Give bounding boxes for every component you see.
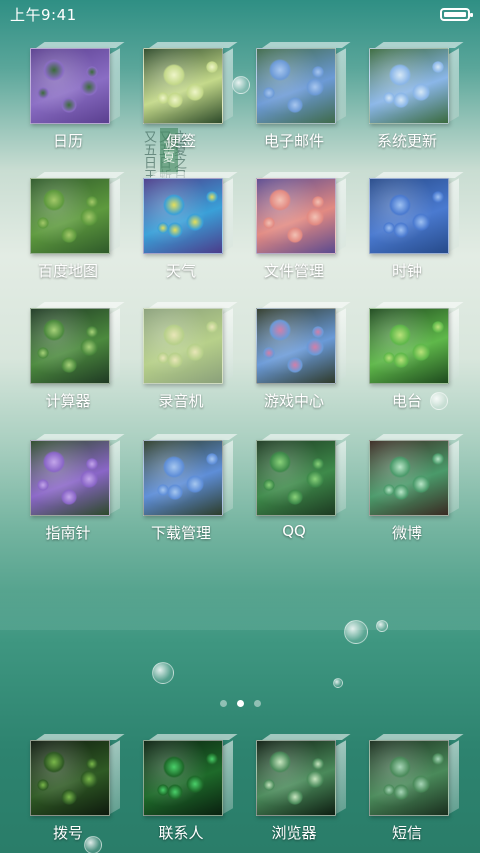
recorder-icon	[143, 302, 238, 384]
app-label: 便签	[165, 132, 196, 150]
app-label: 下载管理	[150, 524, 211, 542]
system-update-icon	[369, 42, 464, 124]
app-map[interactable]: 百度地图	[12, 172, 125, 298]
app-messages[interactable]: 短信	[351, 734, 464, 853]
app-grid: 日历 便签 电子邮件 系统更新百度地图 天气 文件管理 时钟计算器 录音机 游戏中心 电台指南针 下…	[0, 0, 480, 560]
app-system-update[interactable]: 系统更新	[351, 42, 464, 168]
browser-icon	[256, 734, 351, 816]
app-file-manager[interactable]: 文件管理	[238, 172, 351, 298]
app-download-manager[interactable]: 下载管理	[125, 434, 238, 560]
app-label: 天气	[165, 262, 196, 280]
app-game-center[interactable]: 游戏中心	[238, 302, 351, 428]
page-dot[interactable]	[219, 700, 227, 707]
app-label: 日历	[52, 132, 83, 150]
weather-icon	[143, 172, 238, 254]
app-label: 录音机	[158, 392, 204, 410]
bubble-decoration	[333, 678, 343, 688]
page-dot[interactable]	[253, 700, 261, 707]
app-label: 百度地图	[37, 262, 98, 280]
app-weather[interactable]: 天气	[125, 172, 238, 298]
notes-icon	[143, 42, 238, 124]
app-label: 系统更新	[376, 132, 437, 150]
app-calendar[interactable]: 日历	[12, 42, 125, 168]
bubble-decoration	[152, 662, 174, 684]
weibo-icon	[369, 434, 464, 516]
email-icon	[256, 42, 351, 124]
app-label: 短信	[391, 824, 422, 842]
clock-icon	[369, 172, 464, 254]
app-label: 联系人	[158, 824, 204, 842]
app-label: QQ	[282, 522, 306, 540]
app-weibo[interactable]: 微博	[351, 434, 464, 560]
map-icon	[30, 172, 125, 254]
app-qq[interactable]: QQ	[238, 434, 351, 560]
radio-icon	[369, 302, 464, 384]
dock: 拨号 联系人 浏览器 短信	[0, 734, 480, 853]
calculator-icon	[30, 302, 125, 384]
page-dot[interactable]	[236, 700, 244, 707]
bubble-decoration	[344, 620, 368, 644]
app-label: 电子邮件	[263, 132, 324, 150]
app-contacts[interactable]: 联系人	[125, 734, 238, 853]
app-phone[interactable]: 拨号	[12, 734, 125, 853]
app-label: 浏览器	[271, 824, 317, 842]
download-manager-icon	[143, 434, 238, 516]
app-label: 微博	[391, 524, 422, 542]
app-clock[interactable]: 时钟	[351, 172, 464, 298]
game-center-icon	[256, 302, 351, 384]
app-calculator[interactable]: 计算器	[12, 302, 125, 428]
app-email[interactable]: 电子邮件	[238, 42, 351, 168]
compass-icon	[30, 434, 125, 516]
app-label: 计算器	[45, 392, 91, 410]
app-recorder[interactable]: 录音机	[125, 302, 238, 428]
app-radio[interactable]: 电台	[351, 302, 464, 428]
app-label: 指南针	[45, 524, 91, 542]
app-label: 文件管理	[263, 262, 324, 280]
app-browser[interactable]: 浏览器	[238, 734, 351, 853]
app-compass[interactable]: 指南针	[12, 434, 125, 560]
page-indicator	[0, 700, 480, 707]
app-label: 时钟	[391, 262, 422, 280]
qq-icon	[256, 434, 351, 516]
wallpaper-lake	[0, 590, 480, 630]
app-label: 拨号	[52, 824, 83, 842]
bubble-decoration	[376, 620, 388, 632]
messages-icon	[369, 734, 464, 816]
calendar-icon	[30, 42, 125, 124]
contacts-icon	[143, 734, 238, 816]
app-label: 电台	[391, 392, 422, 410]
phone-icon	[30, 734, 125, 816]
app-notes[interactable]: 便签	[125, 42, 238, 168]
file-manager-icon	[256, 172, 351, 254]
app-label: 游戏中心	[263, 392, 324, 410]
